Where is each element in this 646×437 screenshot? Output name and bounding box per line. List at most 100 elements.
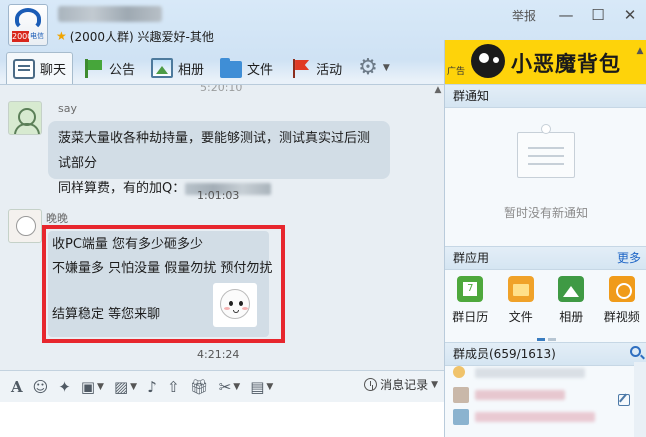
gear-icon: ⚙	[358, 55, 378, 80]
tab-files-label: 文件	[247, 62, 274, 78]
sender-name: say	[58, 102, 77, 115]
folder-icon	[220, 57, 243, 78]
activity-flag-icon	[289, 58, 311, 78]
chevron-down-icon: ▼	[233, 381, 241, 392]
avatar	[453, 387, 469, 403]
mascot-icon	[471, 44, 505, 78]
upload-icon[interactable]: ⇧	[164, 376, 183, 398]
message-time: 4:21:24	[197, 348, 240, 361]
notice-board-icon	[517, 132, 575, 178]
avatar[interactable]	[8, 209, 42, 243]
message-history-button[interactable]: 消息记录 ▼	[364, 376, 438, 393]
notice-empty-state: 暂时没有新通知	[445, 112, 646, 252]
tab-activity[interactable]: 活动	[282, 53, 349, 83]
app-label: 群日历	[452, 310, 489, 324]
box-icon: ▣	[80, 377, 96, 396]
tab-notice[interactable]: 公告	[75, 53, 142, 83]
scrollbar[interactable]	[634, 362, 646, 437]
report-link[interactable]: 举报	[512, 7, 536, 24]
list-item[interactable]	[445, 406, 635, 428]
member-name-redacted	[475, 412, 595, 422]
magic-wand-icon[interactable]: ✦	[55, 376, 74, 398]
telecom-logo-icon	[15, 8, 41, 30]
window-controls: 举报 — ☐ ✕	[512, 0, 646, 30]
tab-files[interactable]: 文件	[213, 53, 280, 83]
scissors-icon: ✂	[218, 377, 232, 396]
ad-banner[interactable]: 广告 小恶魔背包	[445, 40, 646, 84]
app-label: 文件	[508, 310, 533, 324]
group-info-text: (2000人群) 兴趣爱好-其他	[69, 29, 214, 44]
member-list[interactable]	[445, 362, 635, 437]
logo-tag-2: 电信	[30, 32, 44, 40]
notice-title: 群通知	[453, 89, 490, 103]
members-title: 群成员(659/1613)	[453, 347, 556, 361]
music-icon[interactable]: ♪	[144, 376, 160, 398]
gift-box-menu[interactable]: ▣ ▼	[78, 376, 107, 398]
apps-pager	[537, 330, 559, 341]
apps-header: 群应用 更多	[445, 246, 646, 270]
qq-group-chat-window: 2000 电信 ★ (2000人群) 兴趣爱好-其他 举报 — ☐ ✕ 聊天 公…	[0, 0, 646, 437]
image-icon: ▨	[113, 377, 129, 396]
chat-icon	[13, 58, 35, 79]
apps-more-link[interactable]: 更多	[617, 247, 641, 269]
member-name-redacted	[475, 390, 565, 400]
member-crown-icon	[453, 366, 465, 378]
main-tabs: 聊天 公告 相册 文件 活动 ⚙ ▼	[6, 52, 399, 84]
screenshot-menu[interactable]: ✂ ▼	[216, 376, 244, 398]
avatar[interactable]	[8, 101, 42, 135]
pager-dot[interactable]	[537, 338, 545, 341]
minimize-icon[interactable]: —	[550, 1, 582, 29]
ad-tag: 广告	[447, 67, 466, 77]
chat-history[interactable]: 5:20:10 ▲ say 菠菜大量收各种劫持量，要能够测试，测试真实过后测试部…	[0, 84, 444, 370]
tab-chat-label: 聊天	[40, 63, 67, 78]
video-icon	[608, 276, 635, 302]
tab-chat[interactable]: 聊天	[6, 52, 74, 84]
app-label: 群视频	[603, 310, 640, 324]
input-toolbar: A ☺ ✦ ▣ ▼ ▨ ▼ ♪ ⇧ 🎁︎ ✂ ▼ ▤ ▼ 消息记录 ▼	[0, 370, 444, 402]
gift-icon[interactable]: 🎁︎	[187, 376, 212, 398]
sender-name: 晚晚	[46, 212, 68, 225]
board-pin-icon	[541, 124, 551, 134]
edit-icon[interactable]	[618, 394, 630, 406]
app-files[interactable]: 文件	[497, 276, 545, 338]
app-calendar[interactable]: 群日历	[446, 276, 494, 338]
tab-activity-label: 活动	[316, 62, 343, 78]
apps-title: 群应用	[453, 251, 490, 265]
chevron-down-icon: ▼	[130, 381, 138, 392]
group-name-redacted	[58, 6, 162, 22]
ad-text: 小恶魔背包	[511, 52, 621, 76]
maximize-icon[interactable]: ☐	[582, 1, 614, 29]
list-item[interactable]	[445, 362, 635, 384]
app-video[interactable]: 群视频	[598, 276, 646, 338]
search-icon[interactable]	[630, 346, 641, 357]
star-icon: ★	[56, 29, 67, 43]
logo-tag: 2000	[12, 31, 33, 42]
tab-notice-label: 公告	[109, 62, 136, 78]
scroll-up-icon[interactable]: ▲	[634, 46, 646, 58]
more-menu[interactable]: ▤ ▼	[247, 376, 276, 398]
pager-dot[interactable]	[548, 338, 556, 341]
app-album[interactable]: 相册	[547, 276, 595, 338]
tab-album[interactable]: 相册	[144, 53, 211, 83]
chevron-down-icon: ▼	[382, 63, 390, 73]
settings-menu[interactable]: ⚙ ▼	[351, 53, 397, 83]
message-input[interactable]	[0, 402, 444, 437]
message-bubble: 菠菜大量收各种劫持量，要能够测试，测试真实过后测试部分 同样算费，有的加Q：	[48, 121, 390, 196]
chevron-down-icon: ▼	[266, 381, 274, 392]
member-name-redacted	[475, 368, 585, 378]
chevron-down-icon: ▼	[431, 379, 438, 390]
tab-album-label: 相册	[178, 62, 205, 78]
scroll-up-icon[interactable]: ▲	[432, 85, 444, 97]
right-panel: 广告 小恶魔背包 群通知 暂时没有新通知 群应用 更多 群日历 文件	[444, 40, 646, 437]
list-item[interactable]	[445, 384, 635, 406]
app-label: 相册	[559, 310, 584, 324]
message-time-top: 5:20:10	[200, 84, 243, 94]
group-avatar[interactable]: 2000 电信	[8, 4, 48, 46]
image-menu[interactable]: ▨ ▼	[111, 376, 140, 398]
notice-flag-icon	[82, 58, 104, 78]
emoji-icon[interactable]: ☺	[30, 376, 52, 398]
font-icon[interactable]: A	[8, 376, 26, 398]
close-icon[interactable]: ✕	[614, 1, 646, 29]
notice-empty-text: 暂时没有新通知	[503, 206, 588, 220]
notice-header: 群通知	[445, 84, 646, 108]
